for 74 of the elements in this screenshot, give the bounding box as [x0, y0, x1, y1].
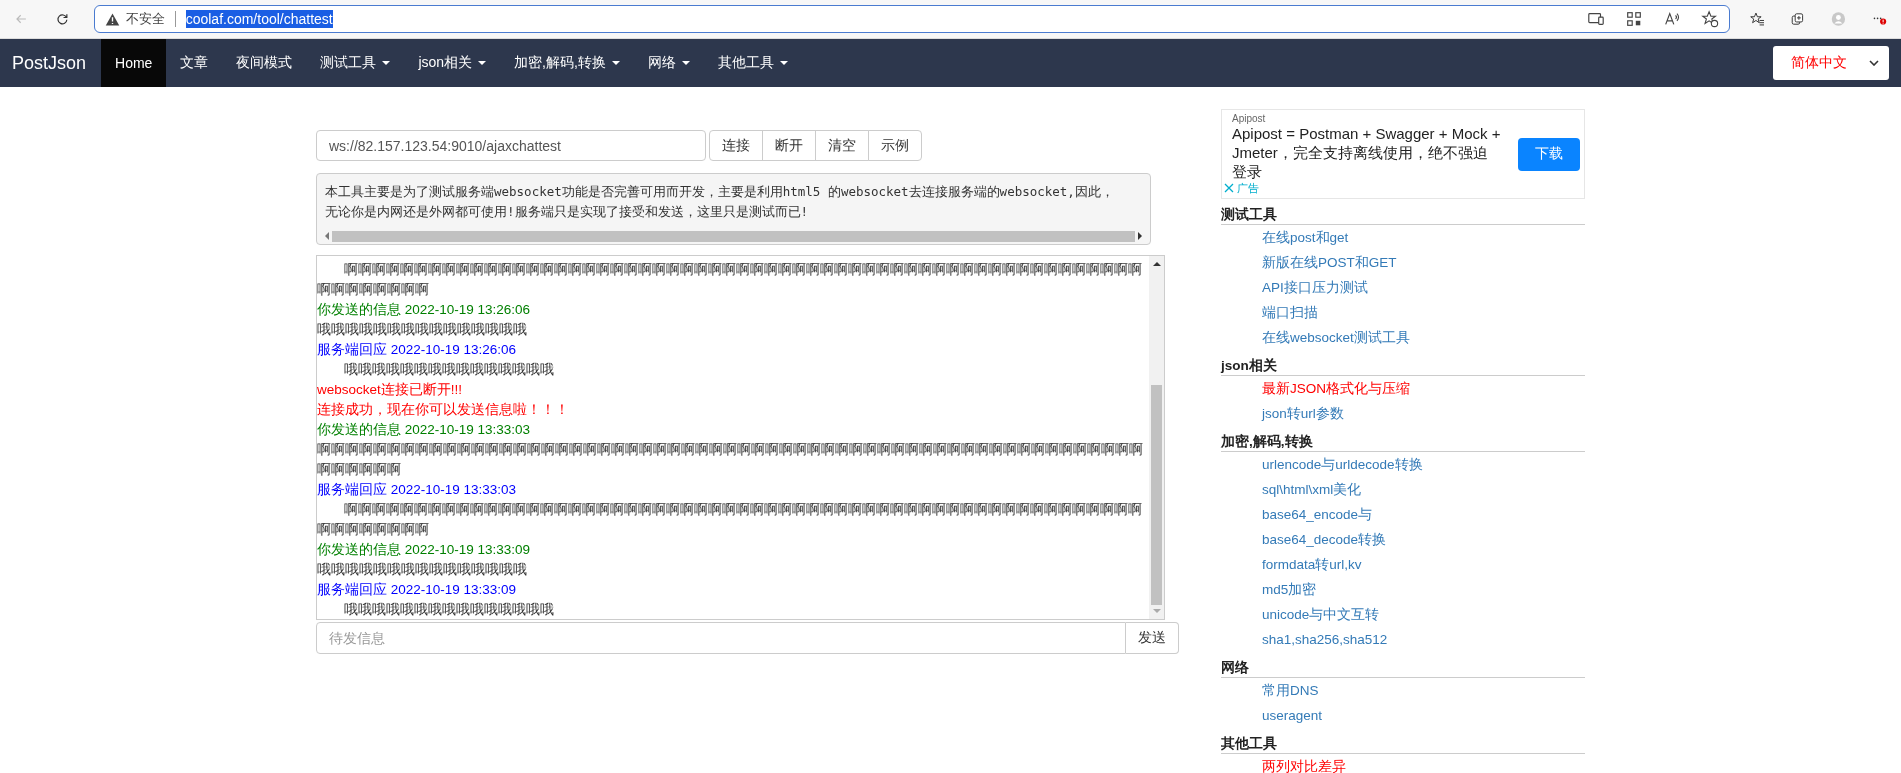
sidebar-link[interactable]: 新版在线POST和GET: [1221, 250, 1397, 275]
sidebar-link[interactable]: urlencode与urldecode转换: [1221, 452, 1423, 477]
nav-item[interactable]: json相关: [404, 39, 501, 87]
warning-icon[interactable]: [104, 11, 120, 27]
section-heading: 测试工具: [1221, 205, 1585, 225]
message-text: 哦哦哦哦哦哦哦哦哦哦哦哦哦哦哦: [343, 601, 555, 619]
url-input[interactable]: ws://82.157.123.54:9010/ajaxchattest: [316, 130, 706, 161]
sidebar-link[interactable]: base64_decode转换: [1221, 527, 1387, 552]
send-button[interactable]: 发送: [1126, 622, 1179, 654]
sidebar-link[interactable]: base64_encode与: [1221, 502, 1373, 527]
favorite-add-icon[interactable]: [1700, 10, 1719, 28]
ad-label: 广告: [1237, 180, 1259, 196]
sidebar-link[interactable]: 在线websocket测试工具: [1221, 325, 1410, 350]
message-text: 哦哦哦哦哦哦哦哦哦哦哦哦哦哦哦: [343, 361, 555, 379]
sent-message-header: 你发送的信息 2022-10-19 13:33:03: [317, 421, 532, 439]
sidebar-link[interactable]: 最新JSON格式化与压缩: [1221, 376, 1410, 401]
address-bar[interactable]: 不安全 coolaf.com/tool/chattest: [93, 5, 1730, 33]
vertical-scrollbar[interactable]: [1149, 256, 1164, 619]
nav-item[interactable]: 加密,解码,转换: [500, 39, 634, 87]
reply-message-header: 服务端回应 2022-10-19 13:33:09: [317, 581, 518, 599]
url-text[interactable]: coolaf.com/tool/chattest: [185, 10, 333, 28]
sidebar-link[interactable]: json转url参数: [1221, 401, 1344, 426]
advertiser-name: Apipost: [1232, 112, 1267, 124]
message-text: 啊啊啊啊啊啊啊啊啊啊啊啊啊啊啊啊啊啊啊啊啊啊啊啊啊啊啊啊啊啊啊啊啊啊啊啊啊啊啊啊啊啊啊啊啊啊啊啊啊啊啊啊啊啊啊啊啊啊啊啊啊啊啊啊啊: [317, 441, 1144, 479]
reply-message-header: 服务端回应 2022-10-19 13:26:06: [317, 341, 518, 359]
action-button[interactable]: 示例: [868, 130, 922, 161]
download-button[interactable]: 下载: [1518, 137, 1580, 171]
brand-logo[interactable]: PostJson: [12, 39, 87, 87]
nav-item[interactable]: 其他工具: [703, 39, 802, 87]
horizontal-scrollbar[interactable]: [325, 230, 1142, 242]
action-button[interactable]: 连接: [709, 130, 763, 161]
description-text: 无论你是内网还是外网都可使用!服务端只是实现了接受和发送，这里只是测试而已!: [325, 203, 809, 221]
section-heading: json相关: [1221, 356, 1585, 376]
description-text: 本工具主要是为了测试服务端websocket功能是否完善可用而开发，主要是利用html5 的websocket去连接服务端的websocket,因此，: [325, 183, 1114, 201]
grid-icon[interactable]: [1624, 10, 1643, 28]
message-text: 啊啊啊啊啊啊啊啊啊啊啊啊啊啊啊啊啊啊啊啊啊啊啊啊啊啊啊啊啊啊啊啊啊啊啊啊啊啊啊啊啊啊啊啊啊啊啊啊啊啊啊啊啊啊啊啊啊啊啊啊啊啊啊啊啊: [317, 501, 1143, 539]
sidebar-link[interactable]: 常用DNS: [1221, 678, 1319, 703]
sent-message-header: 你发送的信息 2022-10-19 13:33:09: [317, 541, 532, 559]
reply-message-header: 服务端回应 2022-10-19 13:33:03: [317, 481, 518, 499]
nav-item[interactable]: 夜间模式: [222, 39, 307, 87]
status-message: 连接成功，现在你可以发送信息啦！！！: [317, 401, 570, 419]
message-text: 哦哦哦哦哦哦哦哦哦哦哦哦哦哦哦: [317, 561, 528, 579]
read-aloud-icon[interactable]: [1662, 10, 1681, 28]
language-select[interactable]: 简体中文: [1773, 46, 1889, 80]
nav-item[interactable]: 文章: [166, 39, 223, 87]
message-text: 啊啊啊啊啊啊啊啊啊啊啊啊啊啊啊啊啊啊啊啊啊啊啊啊啊啊啊啊啊啊啊啊啊啊啊啊啊啊啊啊啊啊啊啊啊啊啊啊啊啊啊啊啊啊啊啊啊啊啊啊啊啊啊啊啊: [317, 261, 1143, 299]
sidebar-link[interactable]: md5加密: [1221, 577, 1317, 602]
ad-banner[interactable]: Apipost Apipost = Postman + Swagger + Mock + Jmeter，完全支持离线使用，绝不强迫登录 广告 下载: [1221, 109, 1585, 199]
message-text: 哦哦哦哦哦哦哦哦哦哦哦哦哦哦哦: [317, 321, 528, 339]
sidebar-link[interactable]: formdata转url,kv: [1221, 552, 1362, 577]
sidebar-link[interactable]: useragent: [1221, 703, 1323, 728]
message-input[interactable]: 待发信息: [316, 622, 1126, 654]
sidebar-link[interactable]: API接口压力测试: [1221, 275, 1368, 300]
nav-item[interactable]: Home: [101, 39, 167, 87]
section-heading: 网络: [1221, 658, 1585, 678]
section-heading: 其他工具: [1221, 734, 1585, 754]
ad-text: Apipost = Postman + Swagger + Mock + Jmeter，完全支持离线使用，绝不强迫登录: [1232, 124, 1502, 181]
security-label[interactable]: 不安全: [125, 10, 165, 28]
sidebar-link[interactable]: sha1,sha256,sha512: [1221, 627, 1388, 652]
sidebar-link[interactable]: unicode与中文互转: [1221, 602, 1380, 627]
chevron-icon: [1869, 60, 1879, 66]
sidebar-link[interactable]: 两列对比差异: [1221, 754, 1346, 773]
nav-item[interactable]: 网络: [633, 39, 704, 87]
status-message: websocket连接已断开!!!: [317, 381, 464, 399]
sidebar-link[interactable]: 端口扫描: [1221, 300, 1318, 325]
sidebar-link[interactable]: sql\html\xml美化: [1221, 477, 1362, 502]
sidebar-link[interactable]: 在线post和get: [1221, 225, 1349, 250]
action-button[interactable]: 断开: [762, 130, 816, 161]
device-icon[interactable]: [1586, 10, 1605, 28]
close-icon[interactable]: [1224, 183, 1234, 193]
nav-item[interactable]: 测试工具: [306, 39, 405, 87]
action-button[interactable]: 清空: [815, 130, 869, 161]
section-heading: 加密,解码,转换: [1221, 432, 1585, 452]
sent-message-header: 你发送的信息 2022-10-19 13:26:06: [317, 301, 532, 319]
